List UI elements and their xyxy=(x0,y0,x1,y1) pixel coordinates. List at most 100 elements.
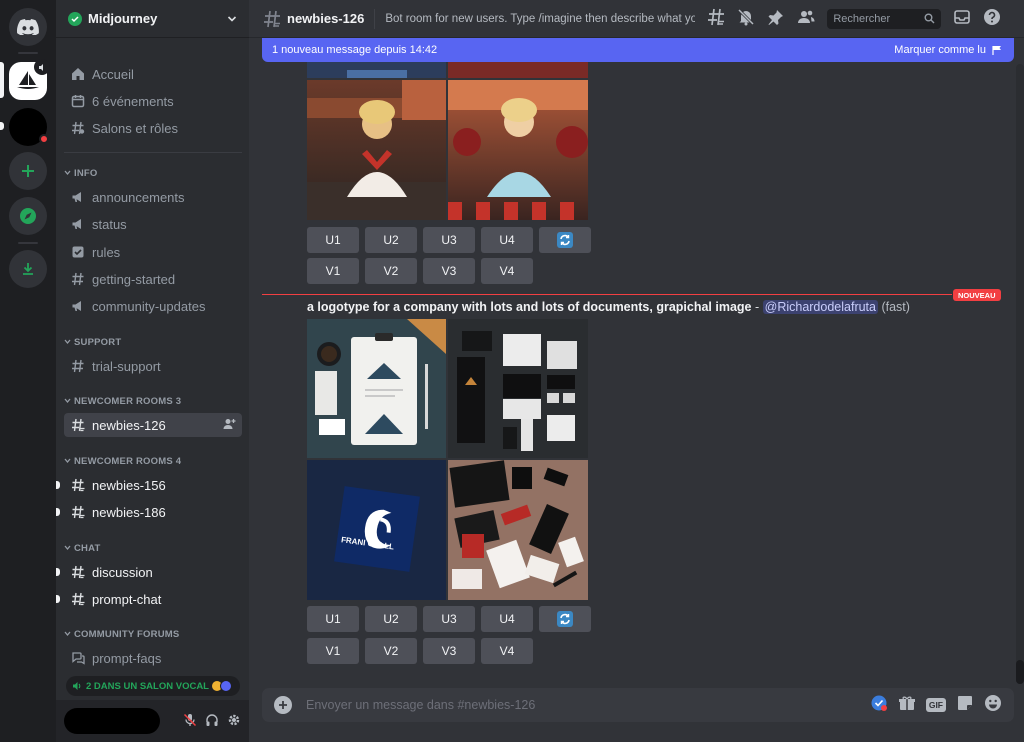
avatar[interactable] xyxy=(64,708,160,734)
variation-1-button[interactable]: V1 xyxy=(307,638,359,664)
checkbox-icon xyxy=(70,244,86,260)
category-newcomer-rooms-4[interactable]: NEWCOMER ROOMS 4 xyxy=(64,456,181,467)
mute-mic-icon[interactable] xyxy=(183,712,197,731)
upscale-2-button[interactable]: U2 xyxy=(365,227,417,253)
gear-icon[interactable] xyxy=(227,712,241,731)
sidebar-item-discussion[interactable]: discussion xyxy=(56,560,242,584)
user-mention[interactable]: @Richardodelafruta xyxy=(762,300,878,314)
sticker-icon[interactable] xyxy=(956,694,974,716)
add-server-button[interactable] xyxy=(9,152,47,190)
sidebar-item-newbies-186[interactable]: newbies-186 xyxy=(56,500,242,524)
search-input[interactable]: Rechercher xyxy=(827,8,942,29)
speaker-icon xyxy=(34,59,50,75)
notification-badge xyxy=(39,134,49,144)
discord-home-button[interactable] xyxy=(9,8,47,46)
upscale-4-button[interactable]: U4 xyxy=(481,606,533,632)
server-rail xyxy=(0,0,56,742)
download-apps-button[interactable] xyxy=(9,250,47,288)
pin-icon[interactable] xyxy=(767,8,785,30)
inbox-icon[interactable] xyxy=(953,8,971,30)
scrollbar-thumb[interactable] xyxy=(1016,660,1024,684)
sidebar-item-label: getting-started xyxy=(92,271,176,287)
verified-icon xyxy=(68,11,82,26)
midjourney-server-icon[interactable] xyxy=(9,59,50,100)
server-name: Midjourney xyxy=(88,11,158,26)
sidebar-item-channels-roles[interactable]: Salons et rôles xyxy=(64,116,242,140)
category-newcomer-rooms-3[interactable]: NEWCOMER ROOMS 3 xyxy=(64,396,181,407)
emoji-icon[interactable] xyxy=(984,694,1002,716)
upscale-2-button[interactable]: U2 xyxy=(365,606,417,632)
sidebar-item-label: community-updates xyxy=(92,298,206,314)
unread-indicator xyxy=(56,481,60,489)
variation-2-button[interactable]: V2 xyxy=(365,638,417,664)
separator: - xyxy=(751,300,763,314)
sidebar-item-status[interactable]: status xyxy=(64,212,242,236)
new-messages-bar[interactable]: 1 nouveau message depuis 14:42 Marquer c… xyxy=(262,38,1014,62)
mute-notifications-icon[interactable] xyxy=(737,8,755,30)
variation-4-button[interactable]: V4 xyxy=(481,258,533,284)
new-badge: NOUVEAU xyxy=(953,289,1001,301)
compass-icon xyxy=(20,208,36,224)
sidebar-item-rules[interactable]: rules xyxy=(64,240,242,264)
sidebar-item-prompt-chat[interactable]: prompt-chat xyxy=(56,587,242,611)
channel-title: newbies-126 xyxy=(287,11,365,26)
reroll-button[interactable] xyxy=(539,606,591,632)
server-header[interactable]: Midjourney xyxy=(56,0,249,38)
app-launcher-icon[interactable] xyxy=(870,694,888,716)
gif-button[interactable]: GIF xyxy=(925,698,946,712)
reroll-button[interactable] xyxy=(539,227,591,253)
header-divider xyxy=(374,8,376,29)
sidebar-item-getting-started[interactable]: getting-started xyxy=(64,267,242,291)
search-placeholder: Rechercher xyxy=(833,12,891,25)
voice-activity-indicator[interactable]: 2 DANS UN SALON VOCAL xyxy=(66,676,240,696)
variation-4-button[interactable]: V4 xyxy=(481,638,533,664)
upscale-3-button[interactable]: U3 xyxy=(423,606,475,632)
generated-image-grid[interactable]: FRANI GALLL xyxy=(307,319,588,600)
prompt-text: a logotype for a company with lots and l… xyxy=(307,300,752,314)
upscale-3-button[interactable]: U3 xyxy=(423,227,475,253)
category-label: NEWCOMER ROOMS 3 xyxy=(74,396,182,407)
sidebar-item-label: newbies-186 xyxy=(92,504,166,520)
selected-server-indicator xyxy=(0,62,4,98)
category-community-forums[interactable]: COMMUNITY FORUMS xyxy=(64,629,179,640)
sidebar-item-announcements[interactable]: announcements xyxy=(64,185,242,209)
gift-icon[interactable] xyxy=(898,694,916,716)
sidebar-item-community-updates[interactable]: community-updates xyxy=(64,294,242,318)
headphones-icon[interactable] xyxy=(205,712,219,731)
threads-icon[interactable] xyxy=(707,8,725,30)
sidebar-item-newbies-126[interactable]: newbies-126 xyxy=(64,413,242,437)
message-input[interactable]: Envoyer un message dans #newbies-126 xyxy=(306,698,870,712)
sidebar-item-prompt-faqs[interactable]: prompt-faqs xyxy=(64,646,242,670)
variation-3-button[interactable]: V3 xyxy=(423,258,475,284)
generated-image-grid[interactable] xyxy=(307,62,588,220)
explore-servers-button[interactable] xyxy=(9,197,47,235)
upscale-4-button[interactable]: U4 xyxy=(481,227,533,253)
help-icon[interactable] xyxy=(983,8,1001,30)
channel-topic[interactable]: Bot room for new users. Type /imagine th… xyxy=(385,13,695,25)
upscale-1-button[interactable]: U1 xyxy=(307,606,359,632)
category-chat[interactable]: CHAT xyxy=(64,543,100,554)
category-info[interactable]: INFO xyxy=(64,168,98,179)
chevron-down-icon xyxy=(64,168,71,179)
new-messages-divider xyxy=(262,294,952,295)
variation-3-button[interactable]: V3 xyxy=(423,638,475,664)
sidebar-item-events[interactable]: 6 événements xyxy=(64,89,242,113)
scrollbar-track[interactable] xyxy=(1016,64,1024,684)
discord-logo-icon xyxy=(17,19,39,35)
invite-icon[interactable] xyxy=(223,418,236,433)
category-support[interactable]: SUPPORT xyxy=(64,337,121,348)
server-icon[interactable] xyxy=(9,108,49,146)
rail-separator xyxy=(18,242,38,244)
attach-button[interactable] xyxy=(274,696,292,714)
user-panel xyxy=(56,700,249,742)
sidebar-item-trial-support[interactable]: trial-support xyxy=(64,354,242,378)
upscale-1-button[interactable]: U1 xyxy=(307,227,359,253)
mark-as-read-button[interactable]: Marquer comme lu xyxy=(894,44,1004,56)
sidebar-item-home[interactable]: Accueil xyxy=(64,62,242,86)
category-label: COMMUNITY FORUMS xyxy=(74,629,180,640)
members-icon[interactable] xyxy=(797,8,815,30)
variation-1-button[interactable]: V1 xyxy=(307,258,359,284)
speaker-icon xyxy=(73,682,81,690)
sidebar-item-newbies-156[interactable]: newbies-156 xyxy=(56,473,242,497)
variation-2-button[interactable]: V2 xyxy=(365,258,417,284)
